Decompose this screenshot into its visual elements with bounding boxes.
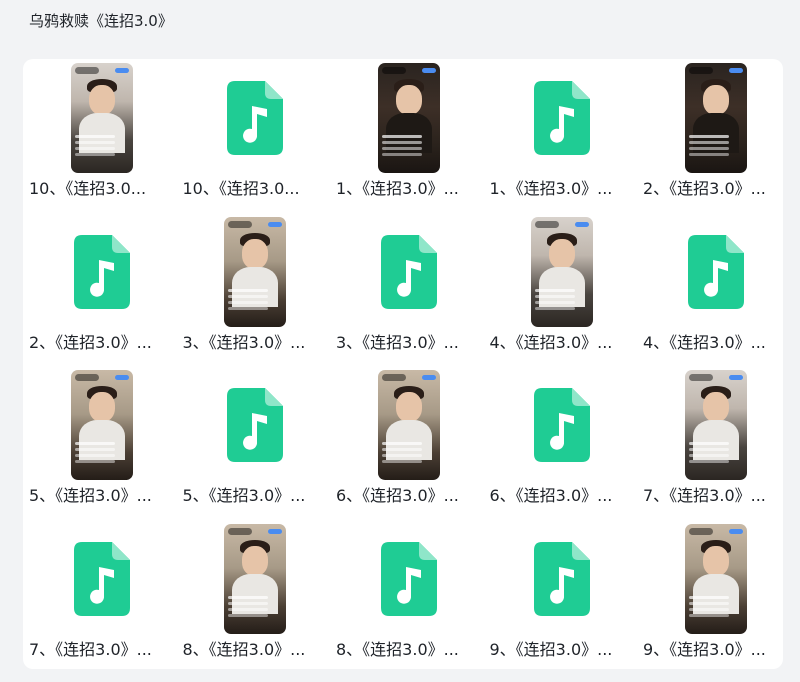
file-tile[interactable]: 8、《连招3.0》...	[179, 520, 333, 674]
file-tile[interactable]: 10、《连招3.0...	[25, 59, 179, 213]
file-name: 10、《连招3.0...	[29, 179, 147, 198]
video-thumbnail	[70, 370, 133, 480]
music-file-icon	[380, 234, 437, 309]
file-name: 9、《连招3.0》...	[643, 639, 766, 659]
file-tile[interactable]: 1、《连招3.0》...	[486, 59, 640, 213]
file-tile[interactable]: 7、《连招3.0》...	[639, 366, 793, 520]
music-file-icon	[380, 541, 437, 616]
file-tile[interactable]: 3、《连招3.0》...	[332, 213, 486, 367]
file-name: 10、《连招3.0...	[182, 179, 300, 198]
music-file-icon	[687, 234, 744, 309]
file-tile[interactable]: 7、《连招3.0》...	[25, 520, 179, 674]
video-thumbnail	[684, 370, 747, 480]
video-thumbnail	[377, 63, 440, 173]
file-name: 4、《连招3.0》...	[489, 332, 613, 352]
music-file-icon	[534, 541, 591, 616]
file-tile[interactable]: 1、《连招3.0》...	[332, 59, 486, 213]
video-thumbnail	[224, 216, 287, 327]
file-name: 6、《连招3.0》...	[489, 486, 613, 505]
file-tile[interactable]: 8、《连招3.0》...	[332, 520, 486, 674]
file-name: 1、《连招3.0》...	[489, 179, 613, 198]
file-name: 7、《连招3.0》...	[29, 639, 152, 659]
file-name: 3、《连招3.0》...	[336, 332, 459, 352]
music-file-icon	[73, 234, 130, 309]
music-file-icon	[227, 388, 284, 462]
file-tile[interactable]: 10、《连招3.0...	[179, 59, 333, 213]
file-tile[interactable]: 6、《连招3.0》...	[486, 366, 640, 520]
file-grid-card: 10、《连招3.0... 10、《连招3.0... 1、《连招3.0》... 1…	[23, 59, 783, 669]
file-name: 2、《连招3.0》...	[643, 179, 766, 198]
music-file-icon	[534, 388, 591, 462]
video-thumbnail	[70, 63, 133, 173]
file-name: 7、《连招3.0》...	[643, 486, 766, 505]
file-tile[interactable]: 2、《连招3.0》...	[639, 59, 793, 213]
file-name: 4、《连招3.0》...	[643, 332, 766, 352]
file-name: 5、《连招3.0》...	[182, 486, 306, 505]
file-name: 6、《连招3.0》...	[336, 486, 459, 505]
music-file-icon	[534, 81, 591, 155]
file-tile[interactable]: 6、《连招3.0》...	[332, 366, 486, 520]
file-name: 9、《连招3.0》...	[489, 639, 613, 659]
music-file-icon	[73, 541, 130, 616]
file-tile[interactable]: 4、《连招3.0》...	[486, 213, 640, 367]
file-name: 2、《连招3.0》...	[29, 332, 152, 352]
file-tile[interactable]: 2、《连招3.0》...	[25, 213, 179, 367]
video-thumbnail	[684, 523, 747, 634]
file-grid: 10、《连招3.0... 10、《连招3.0... 1、《连招3.0》... 1…	[23, 59, 785, 669]
file-name: 1、《连招3.0》...	[336, 179, 459, 198]
video-thumbnail	[224, 523, 287, 634]
file-tile[interactable]: 5、《连招3.0》...	[25, 366, 179, 520]
file-tile[interactable]: 9、《连招3.0》...	[486, 520, 640, 674]
file-name: 8、《连招3.0》...	[336, 639, 459, 659]
file-name: 3、《连招3.0》...	[182, 332, 306, 352]
video-thumbnail	[377, 370, 440, 480]
page-title: 乌鸦救赎《连招3.0》	[29, 12, 173, 30]
video-thumbnail	[531, 216, 594, 327]
file-tile[interactable]: 3、《连招3.0》...	[179, 213, 333, 367]
file-tile[interactable]: 5、《连招3.0》...	[179, 366, 333, 520]
file-tile[interactable]: 4、《连招3.0》...	[639, 213, 793, 367]
video-thumbnail	[684, 63, 747, 173]
file-name: 8、《连招3.0》...	[182, 639, 306, 659]
file-name: 5、《连招3.0》...	[29, 486, 152, 505]
file-tile[interactable]: 9、《连招3.0》...	[639, 520, 793, 674]
music-file-icon	[227, 81, 284, 155]
